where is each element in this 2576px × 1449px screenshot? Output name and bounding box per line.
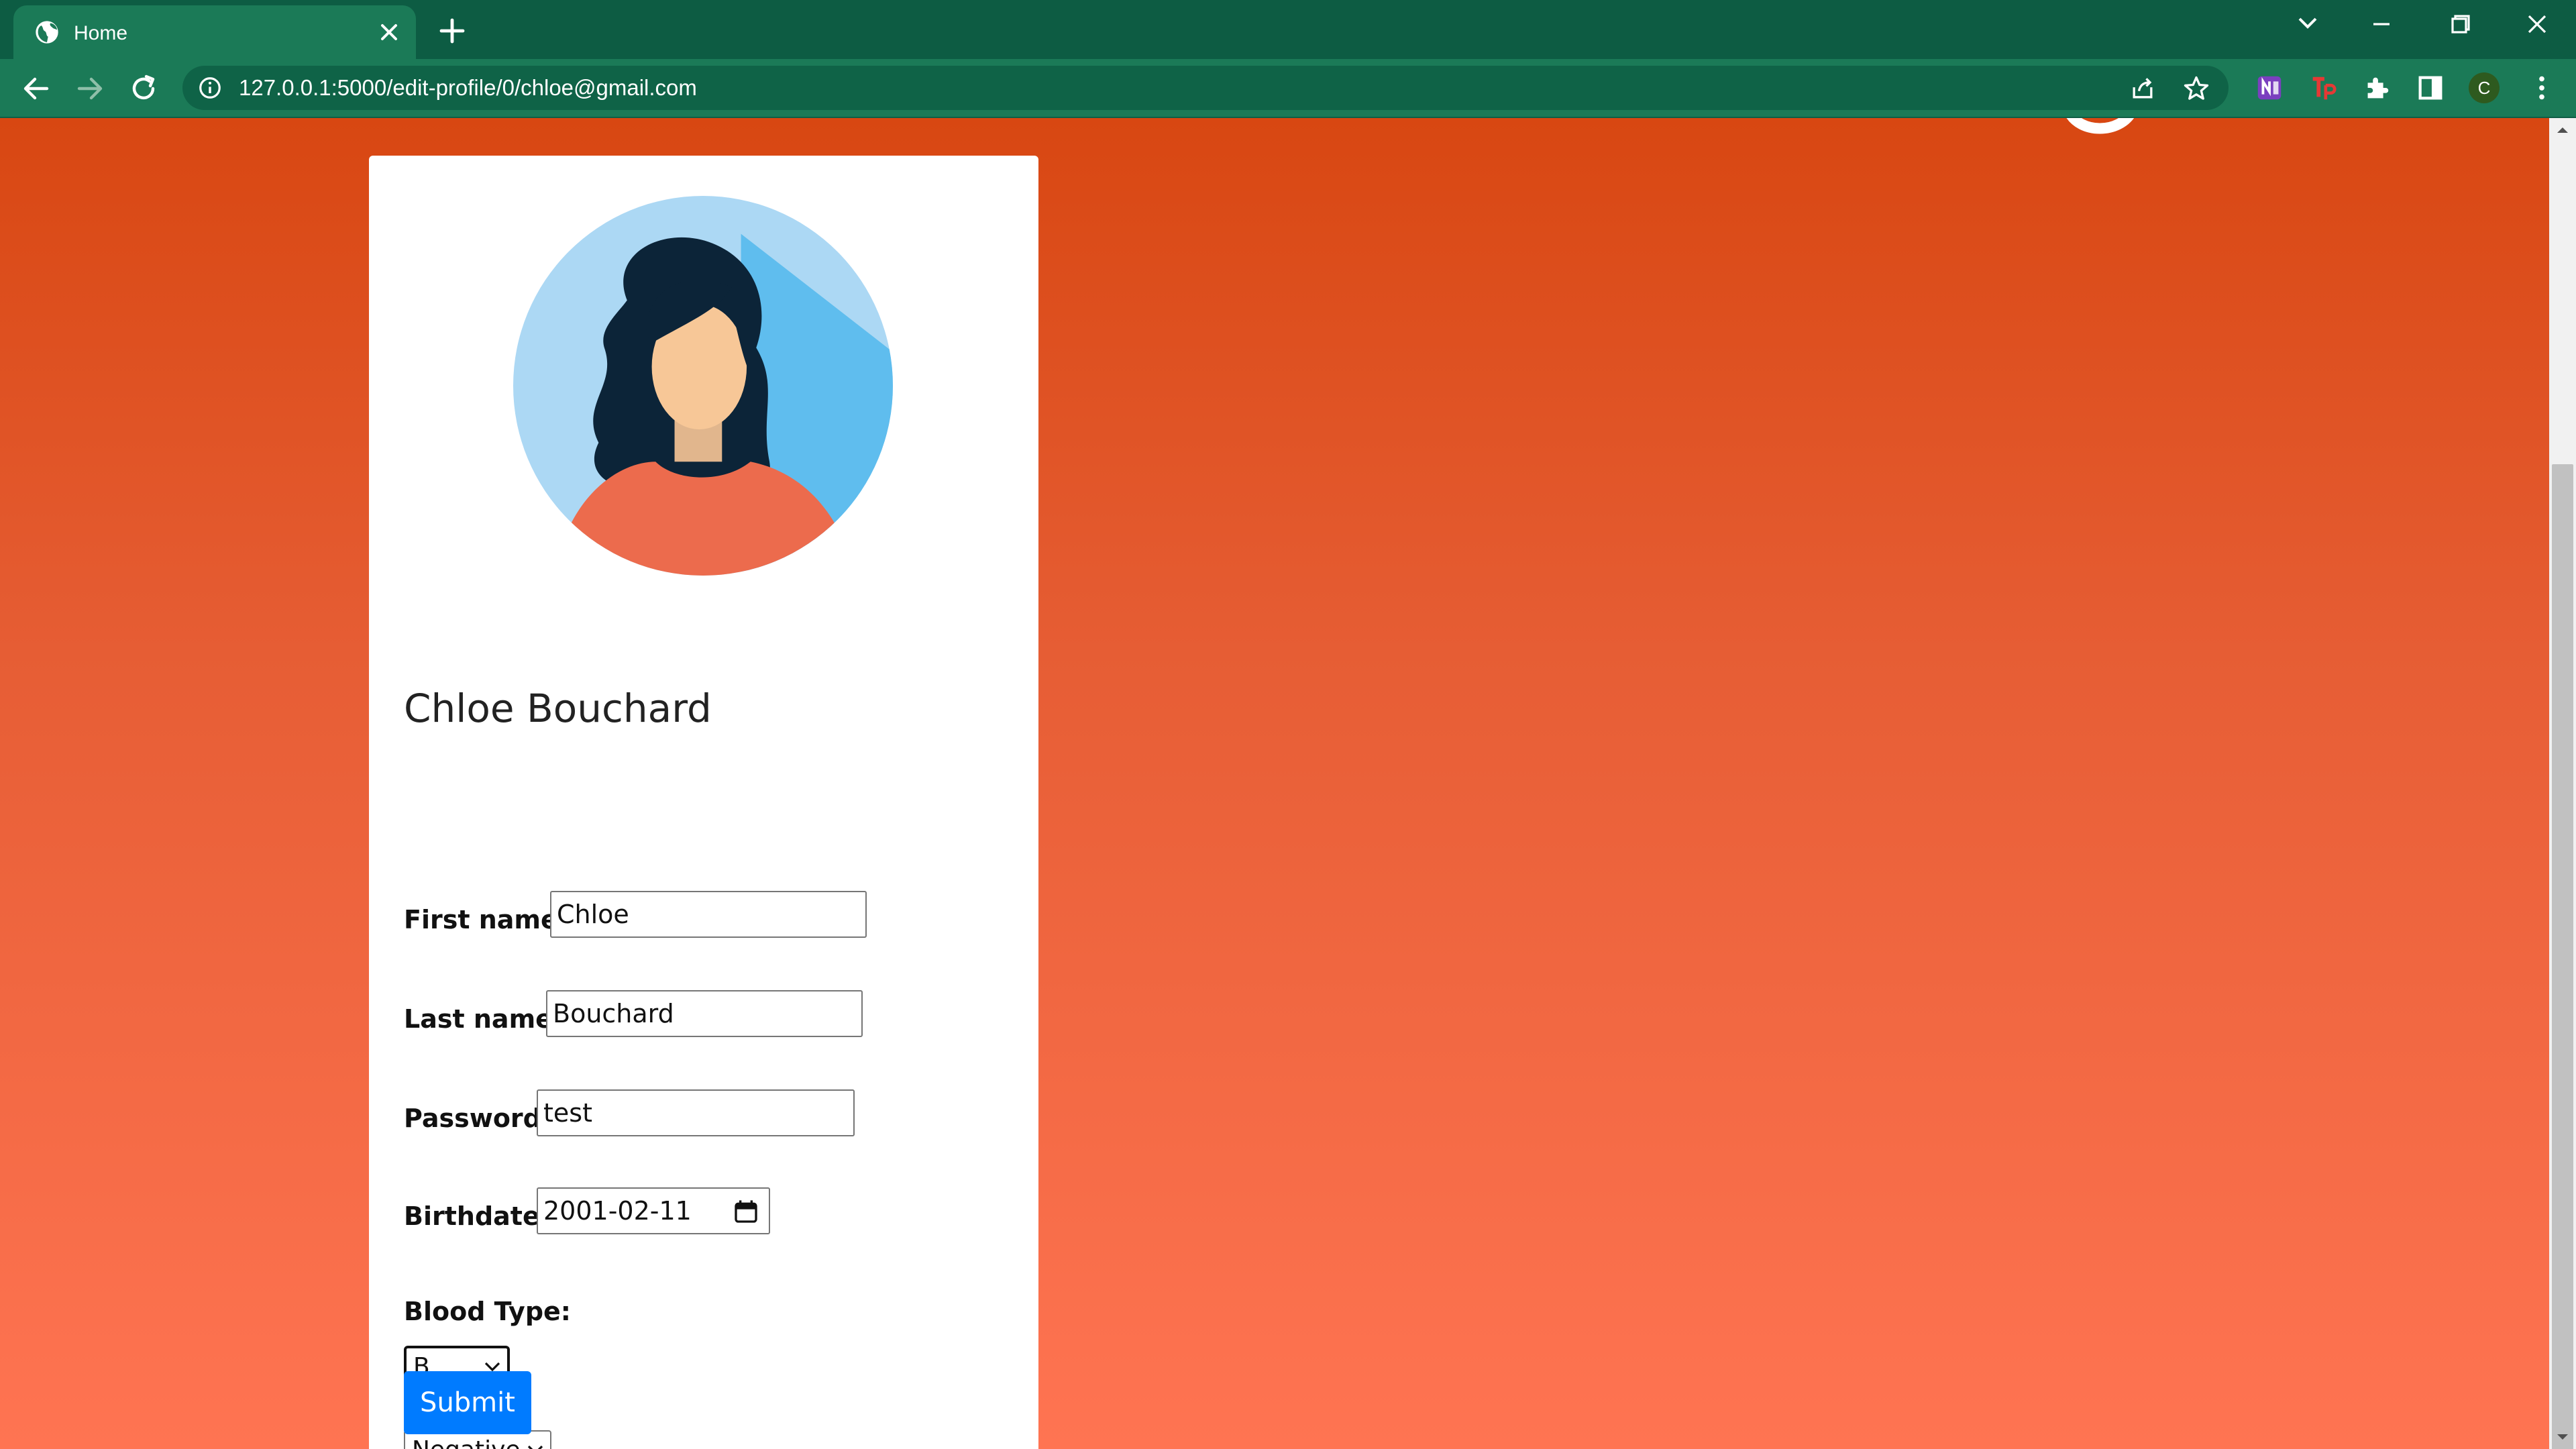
profile-name-heading: Chloe Bouchard (404, 686, 712, 731)
back-arrow-icon[interactable] (20, 72, 52, 105)
rh-factor-value: Negative (412, 1436, 521, 1449)
globe-icon (36, 21, 58, 44)
password-label: Password: (404, 1104, 552, 1133)
site-info-icon[interactable] (197, 75, 223, 101)
close-icon[interactable] (376, 19, 402, 46)
birthdate-label: Birthdate: (404, 1201, 550, 1231)
birthdate-field[interactable]: 2001-02-11 (537, 1187, 770, 1234)
last-name-field[interactable]: Bouchard (546, 990, 863, 1037)
side-panel-icon[interactable] (2415, 72, 2446, 103)
tab-strip: Home (0, 0, 2576, 59)
forward-arrow-icon[interactable] (74, 72, 106, 105)
minimize-icon[interactable] (2361, 9, 2402, 39)
scroll-up-arrow-icon[interactable] (2555, 122, 2571, 138)
browser-window: Home 127.0.0.1:5000/edit-profile/0/chloe… (0, 0, 2576, 1449)
profile-card: Chloe Bouchard First name: Chloe Last na… (369, 156, 1038, 1449)
scroll-down-arrow-icon[interactable] (2555, 1429, 2571, 1445)
reload-icon[interactable] (127, 72, 160, 105)
submit-button[interactable]: Submit (404, 1371, 531, 1434)
url-text[interactable]: 127.0.0.1:5000/edit-profile/0/chloe@gmai… (239, 75, 697, 101)
last-name-label: Last name: (404, 1004, 564, 1034)
onenote-extension-icon[interactable] (2254, 72, 2285, 103)
blood-type-label: Blood Type: (404, 1297, 571, 1326)
birthdate-value: 2001-02-11 (543, 1196, 692, 1226)
password-field[interactable]: test (537, 1089, 855, 1136)
new-tab-plus-icon[interactable] (436, 15, 468, 47)
tab-search-chevron-icon[interactable] (2288, 9, 2328, 39)
close-window-icon[interactable] (2517, 9, 2557, 39)
share-icon[interactable] (2128, 74, 2157, 103)
tab-title: Home (74, 22, 128, 44)
chevron-down-icon (527, 1445, 543, 1449)
tab-home[interactable]: Home (13, 5, 416, 59)
extensions-puzzle-icon[interactable] (2361, 72, 2392, 103)
page-scrollbar[interactable] (2549, 118, 2576, 1449)
first-name-field[interactable]: Chloe (550, 891, 867, 938)
bookmark-star-icon[interactable] (2182, 74, 2211, 103)
tp-extension-icon[interactable] (2308, 72, 2339, 103)
profile-avatar-image (513, 196, 893, 576)
brand-logo-icon (2066, 118, 2134, 134)
calendar-icon[interactable] (733, 1198, 759, 1225)
browser-toolbar: 127.0.0.1:5000/edit-profile/0/chloe@gmai… (0, 59, 2576, 118)
restore-icon[interactable] (2439, 9, 2479, 39)
first-name-label: First name: (404, 905, 568, 934)
kebab-menu-icon[interactable] (2526, 72, 2557, 103)
address-bar[interactable]: 127.0.0.1:5000/edit-profile/0/chloe@gmai… (182, 66, 2229, 110)
scrollbar-thumb[interactable] (2552, 464, 2573, 1449)
profile-avatar[interactable]: C (2469, 72, 2500, 103)
page-viewport: Chloe Bouchard First name: Chloe Last na… (0, 118, 2549, 1449)
